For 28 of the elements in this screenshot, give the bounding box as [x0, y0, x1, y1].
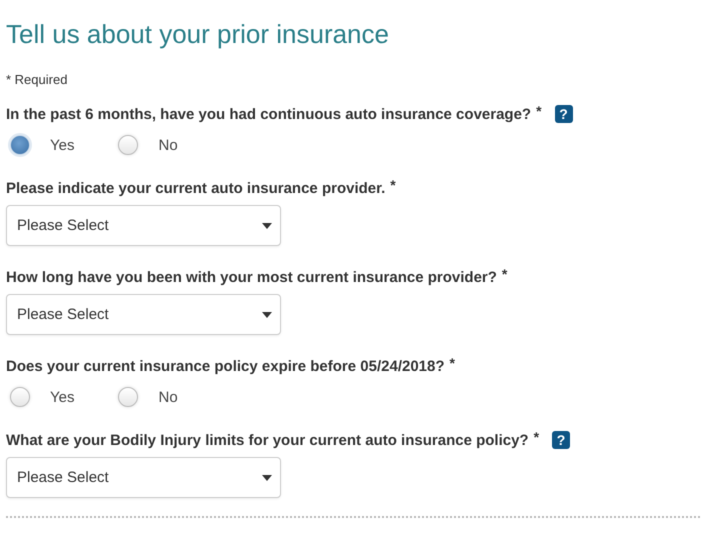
question-label: How long have you been with your most current insurance provider? — [6, 268, 497, 286]
question-label: In the past 6 months, have you had continuous auto insurance coverage? — [6, 106, 532, 122]
radio-button[interactable] — [118, 387, 138, 407]
radio-button[interactable] — [10, 135, 30, 155]
caret-icon — [262, 474, 272, 480]
help-button[interactable]: ? — [554, 105, 573, 123]
required-note: * Required — [6, 71, 68, 89]
question-label: Please indicate your current auto insurance provider. — [6, 180, 386, 196]
question-label: Does your current insurance policy expire before 05/24/2018? — [6, 358, 445, 374]
radio-label[interactable]: No — [158, 136, 178, 154]
radio-label[interactable]: No — [158, 388, 178, 406]
caret-icon — [262, 312, 272, 318]
required-mark: * — [534, 429, 540, 445]
radio-button[interactable] — [118, 135, 138, 155]
radio-button[interactable] — [10, 387, 30, 407]
page-title: Tell us about your prior insurance — [6, 18, 390, 51]
select-field[interactable]: Please Select — [6, 457, 281, 498]
required-mark: * — [450, 355, 455, 371]
required-mark: * — [536, 103, 542, 119]
select-field[interactable]: Please Select — [6, 294, 281, 335]
required-mark: * — [502, 266, 508, 282]
question-label: What are your Bodily Injury limits for your current auto insurance policy? — [6, 432, 529, 448]
help-button[interactable]: ? — [552, 431, 570, 449]
caret-icon — [262, 222, 272, 228]
radio-label[interactable]: Yes — [50, 136, 74, 154]
select-field[interactable]: Please Select — [6, 205, 281, 246]
required-mark: * — [390, 177, 396, 193]
radio-label[interactable]: Yes — [50, 388, 74, 406]
